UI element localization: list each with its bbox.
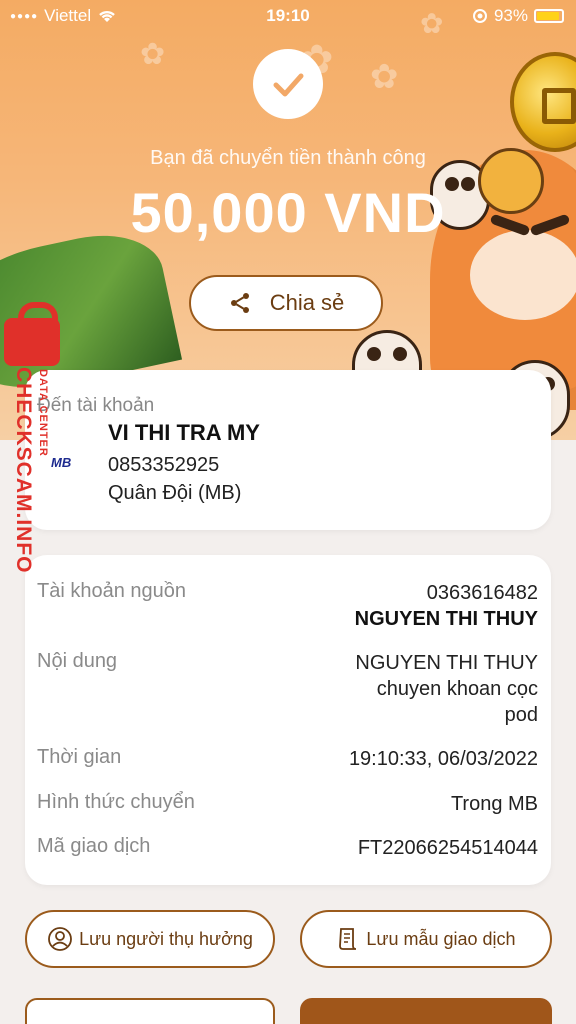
method-label: Hình thức chuyển [37, 791, 195, 813]
success-check-icon [253, 49, 323, 119]
recipient-name: VI THI TRA MY [108, 420, 260, 445]
share-button[interactable]: Chia sẻ [189, 275, 383, 331]
save-template-label: Lưu mẫu giao dịch [366, 928, 516, 949]
watermark-text: CHECKSCAM.INFO [12, 367, 35, 574]
transaction-details-card: Tài khoản nguồn 0363616482 NGUYEN THI TH… [25, 555, 551, 885]
lock-icon [4, 302, 60, 366]
save-template-button[interactable]: Lưu mẫu giao dịch [300, 910, 552, 968]
blossom-decoration: ✿ [140, 38, 166, 71]
transaction-id-value: FT22066254514044 [357, 837, 538, 859]
person-icon [48, 927, 72, 951]
recipient-account-number: 0853352925 [108, 454, 220, 476]
watermark: DATA CENTER CHECKSCAM.INFO [0, 302, 60, 590]
coin-icon [510, 52, 576, 152]
source-account-number: 0363616482 [426, 582, 538, 604]
share-label: Chia sẻ [269, 290, 345, 315]
source-account-name: NGUYEN THI THUY [354, 608, 538, 630]
save-recipient-label: Lưu người thụ hưởng [79, 928, 253, 949]
receipt-icon [339, 928, 357, 950]
battery-percent: 93% [493, 6, 528, 25]
recipient-bank-name: Quân Đội (MB) [108, 482, 242, 504]
blossom-decoration: ✿ [370, 58, 399, 96]
orientation-lock-icon [472, 9, 487, 23]
secondary-bottom-button[interactable] [25, 998, 275, 1024]
save-recipient-button[interactable]: Lưu người thụ hưởng [25, 910, 275, 968]
transaction-id-label: Mã giao dịch [37, 835, 151, 857]
watermark-subtext: DATA CENTER [37, 369, 49, 457]
content-line: pod [504, 704, 538, 726]
status-bar: ●●●● Viettel 19:10 93% [0, 0, 576, 32]
time-label: Thời gian [37, 746, 122, 768]
content-label: Nội dung [37, 650, 118, 672]
time-value: 19:10:33, 06/03/2022 [348, 748, 538, 770]
content-line: chuyen khoan cọc [376, 678, 538, 700]
battery-icon [534, 9, 564, 23]
method-value: Trong MB [450, 793, 538, 815]
recipient-card: Đến tài khoản MB VI THI TRA MY 085335292… [25, 370, 551, 530]
primary-bottom-button[interactable] [300, 998, 552, 1024]
share-icon [230, 293, 249, 313]
transfer-amount: 50,000 VND [130, 181, 446, 244]
success-message: Bạn đã chuyển tiền thành công [150, 147, 426, 169]
content-line: NGUYEN THI THUY [355, 652, 538, 674]
